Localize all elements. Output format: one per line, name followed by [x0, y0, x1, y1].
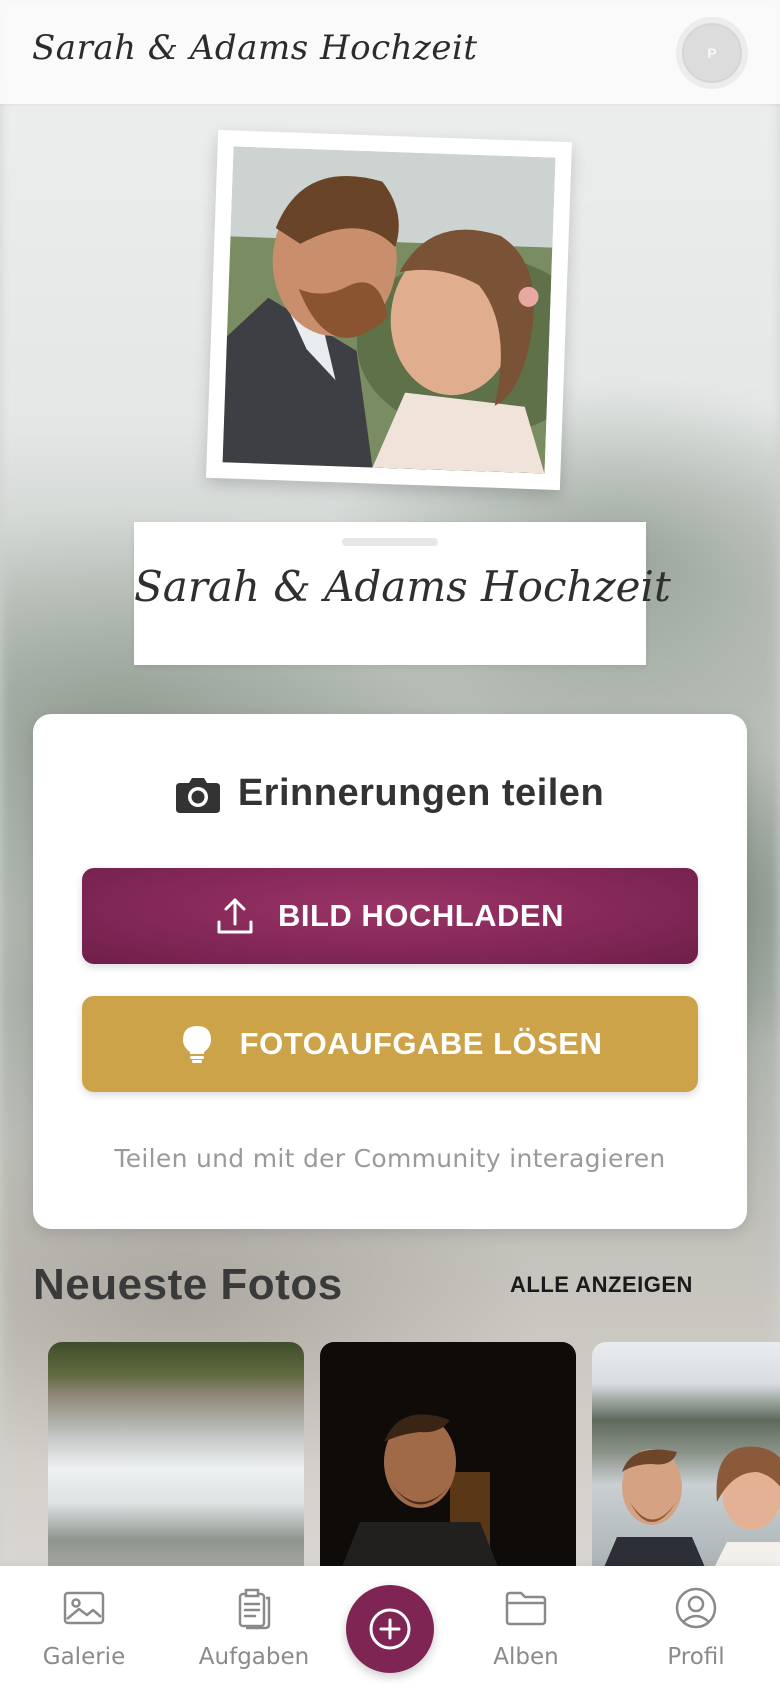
couple-photo-illustration [222, 146, 556, 474]
user-circle-icon [675, 1587, 717, 1629]
image-icon [63, 1591, 105, 1625]
share-heading: Erinnerungen teilen [33, 772, 747, 815]
clipboard-icon [238, 1588, 271, 1630]
nav-profile[interactable]: Profil [621, 1586, 771, 1676]
plus-circle-icon [369, 1608, 411, 1650]
share-memories-card: Erinnerungen teilen BILD HOCHLADEN FOTOA… [33, 714, 747, 1229]
nav-profile-label: Profil [667, 1644, 725, 1670]
camera-icon [175, 777, 220, 813]
upload-photo-label: BILD HOCHLADEN [278, 898, 564, 933]
solve-photo-task-button[interactable]: FOTOAUFGABE LÖSEN [82, 996, 698, 1092]
wedding-title: Sarah & Adams Hochzeit [134, 562, 671, 611]
groom-portrait-illustration [340, 1414, 500, 1572]
solve-photo-task-label: FOTOAUFGABE LÖSEN [239, 1026, 603, 1061]
app-header: Sarah & Adams Hochzeit P [0, 0, 780, 104]
nav-tasks[interactable]: Aufgaben [179, 1586, 329, 1676]
recent-photo-waterfall[interactable] [48, 1342, 304, 1572]
upload-photo-button[interactable]: BILD HOCHLADEN [82, 868, 698, 964]
hero-polaroid [206, 129, 572, 491]
header-title: Sarah & Adams Hochzeit [32, 28, 478, 68]
share-subtitle: Teilen und mit der Community interagiere… [114, 1144, 666, 1173]
folder-icon [505, 1591, 547, 1626]
nav-albums-label: Alben [493, 1644, 559, 1670]
recent-photo-groom-portrait[interactable] [320, 1342, 576, 1572]
add-photo-fab[interactable] [346, 1585, 434, 1673]
share-title: Erinnerungen teilen [237, 772, 605, 814]
view-all-link[interactable]: ALLE ANZEIGEN [510, 1272, 693, 1298]
nav-albums[interactable]: Alben [451, 1586, 601, 1676]
nav-gallery[interactable]: Galerie [9, 1586, 159, 1676]
nav-gallery-label: Galerie [42, 1644, 126, 1670]
tape-decoration [342, 538, 438, 546]
wedding-title-card: Sarah & Adams Hochzeit [134, 522, 671, 665]
recent-photos-title: Neueste Fotos [33, 1260, 343, 1309]
avatar[interactable]: P [676, 17, 748, 89]
nav-tasks-label: Aufgaben [198, 1644, 310, 1670]
lightbulb-icon [182, 1026, 211, 1063]
couple-photo [222, 146, 556, 474]
recent-photo-couple[interactable] [592, 1342, 780, 1572]
avatar-initial: P [707, 45, 717, 61]
couple-illustration [602, 1446, 780, 1572]
upload-icon [217, 898, 253, 934]
